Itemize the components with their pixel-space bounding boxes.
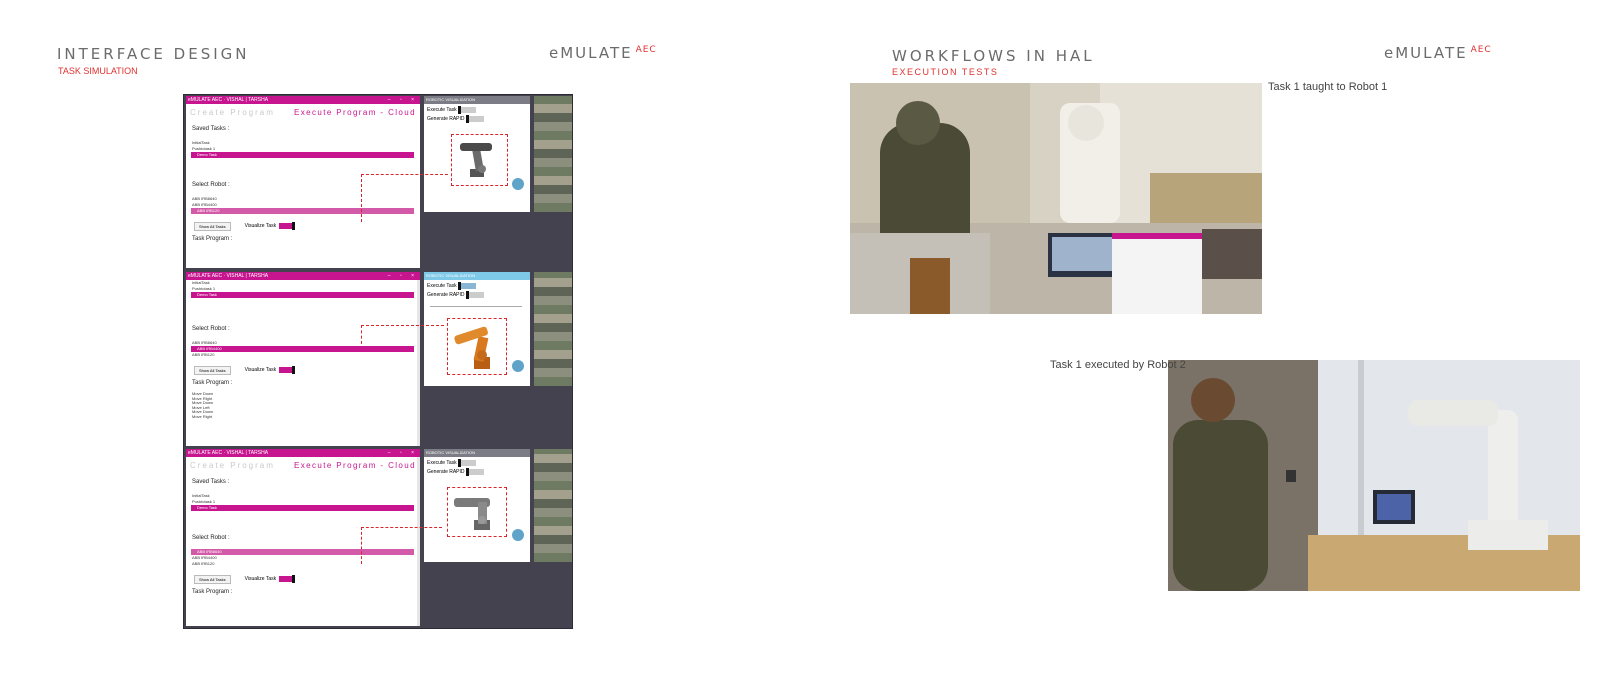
visualize-toggle[interactable] [279, 222, 296, 230]
generate-rapid-row: Generate RAPID [424, 291, 530, 299]
globe-icon [512, 360, 524, 372]
viz-titlebar: ROBOTIC VISUALIZATION [424, 272, 530, 280]
window-title: eMULATE AEC · VISHAL | TARSHA [188, 450, 269, 456]
execute-task-row: Execute Task [424, 282, 530, 290]
visualize-task-control[interactable]: Visualize Task [244, 222, 296, 230]
right-page-subtitle: EXECUTION TESTS [892, 67, 999, 77]
action-row: Show All Tasks Visualize Task [186, 364, 420, 376]
generate-rapid-label: Generate RAPID [427, 469, 465, 475]
visualize-toggle[interactable] [279, 575, 296, 583]
robot-arm-grey-icon [460, 143, 492, 177]
robot-highlight-box [447, 318, 507, 375]
robot-highlight-box [447, 487, 507, 537]
globe-icon [512, 529, 524, 541]
window-titlebar: eMULATE AEC · VISHAL | TARSHA – ▫ × [186, 449, 420, 457]
right-brand-sup: AEC [1470, 45, 1492, 55]
visualize-task-label: Visualize Task [244, 576, 277, 582]
camera-preview [534, 272, 572, 386]
tab-bar: Create Program Execute Program - Cloud [186, 457, 420, 473]
execute-task-switch[interactable] [457, 282, 476, 290]
scrollbar[interactable] [417, 280, 420, 446]
tab-bar: Create Program Execute Program - Cloud [186, 104, 420, 120]
generate-rapid-row: Generate RAPID [424, 115, 530, 123]
execute-task-label: Execute Task [427, 460, 457, 466]
right-brand-logo: eMULATE AEC [1384, 44, 1492, 62]
robot-arm-orange-icon [454, 326, 490, 369]
tab-execute-program[interactable]: Execute Program - Cloud [294, 461, 416, 470]
execute-task-row: Execute Task [424, 106, 530, 114]
window-titlebar: eMULATE AEC · VISHAL | TARSHA – ▫ × [186, 272, 420, 280]
execute-task-label: Execute Task [427, 107, 457, 113]
camera-preview [534, 96, 572, 212]
visualize-task-label: Visualize Task [244, 223, 277, 229]
execute-task-label: Execute Task [427, 283, 457, 289]
robot-arm-grey-icon [454, 498, 490, 530]
photo-task-taught [850, 83, 1262, 314]
caption-task-taught: Task 1 taught to Robot 1 [1268, 81, 1388, 93]
generate-rapid-label: Generate RAPID [427, 292, 465, 298]
caption-task-executed: Task 1 executed by Robot 2 [1050, 359, 1186, 371]
show-all-tasks-button[interactable]: Show All Tasks [194, 365, 231, 375]
link-connector [361, 527, 442, 564]
robot-highlight-box [451, 134, 508, 186]
tab-execute-program[interactable]: Execute Program - Cloud [294, 108, 416, 117]
window-controls[interactable]: – ▫ × [388, 449, 418, 457]
left-brand-name: eMULATE [549, 44, 633, 62]
tab-create-program[interactable]: Create Program [190, 108, 275, 117]
show-all-tasks-button[interactable]: Show All Tasks [194, 574, 231, 584]
generate-rapid-row: Generate RAPID [424, 468, 530, 476]
interface-composite: eMULATE AEC · VISHAL | TARSHA – ▫ × Crea… [183, 94, 573, 629]
timeline-slider[interactable] [430, 306, 522, 307]
generate-rapid-switch[interactable] [465, 115, 484, 123]
execute-task-row: Execute Task [424, 459, 530, 467]
window-titlebar: eMULATE AEC · VISHAL | TARSHA – ▫ × [186, 96, 420, 104]
window-controls[interactable]: – ▫ × [388, 96, 418, 104]
generate-rapid-label: Generate RAPID [427, 116, 465, 122]
viz-titlebar: ROBOTIC VISUALIZATION [424, 449, 530, 457]
viz-titlebar: ROBOTIC VISUALIZATION [424, 96, 530, 104]
link-connector [361, 325, 444, 344]
program-line: Move Right [192, 413, 213, 419]
photo-task-executed [1168, 360, 1580, 591]
globe-icon [512, 178, 524, 190]
visualize-toggle[interactable] [279, 366, 296, 374]
lab-photo-robot2 [1168, 360, 1580, 591]
right-brand-name: eMULATE [1384, 44, 1468, 62]
left-brand-logo: eMULATE AEC [549, 44, 657, 62]
left-page-title: INTERFACE DESIGN [57, 45, 250, 63]
generate-rapid-switch[interactable] [465, 468, 484, 476]
action-row: Show All Tasks Visualize Task [186, 573, 420, 585]
right-page-title: WORKFLOWS IN HAL [892, 47, 1095, 65]
app-window-2: eMULATE AEC · VISHAL | TARSHA – ▫ × Init… [186, 272, 420, 446]
window-title: eMULATE AEC · VISHAL | TARSHA [188, 273, 269, 279]
tab-create-program[interactable]: Create Program [190, 461, 275, 470]
window-controls[interactable]: – ▫ × [388, 272, 418, 280]
link-connector [361, 174, 448, 222]
task-program-label: Task Program : [192, 236, 233, 242]
visualize-task-control[interactable]: Visualize Task [244, 575, 296, 583]
visualize-task-control[interactable]: Visualize Task [244, 366, 296, 374]
task-program-label: Task Program : [192, 589, 233, 595]
visualize-task-label: Visualize Task [244, 367, 277, 373]
generate-rapid-switch[interactable] [465, 291, 484, 299]
camera-preview [534, 449, 572, 562]
left-page-subtitle: TASK SIMULATION [58, 66, 138, 76]
execute-task-switch[interactable] [457, 106, 476, 114]
lab-photo-robot1 [850, 83, 1262, 314]
window-title: eMULATE AEC · VISHAL | TARSHA [188, 97, 269, 103]
show-all-tasks-button[interactable]: Show All Tasks [194, 221, 231, 231]
execute-task-switch[interactable] [457, 459, 476, 467]
left-brand-sup: AEC [635, 45, 657, 55]
